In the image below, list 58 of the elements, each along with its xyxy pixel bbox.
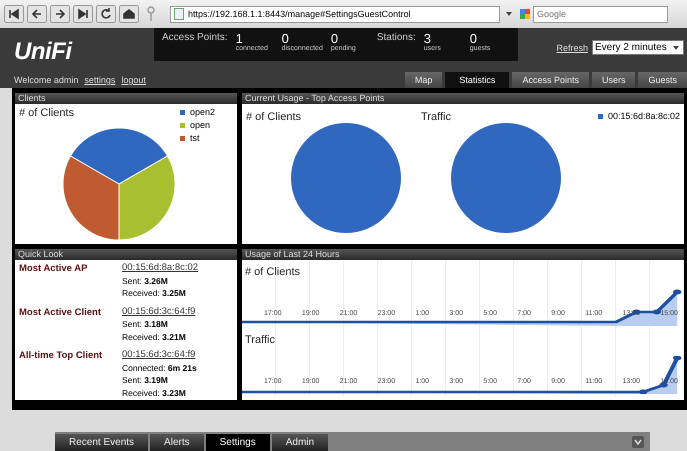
refresh-link[interactable]: Refresh [556,42,588,52]
address-field[interactable]: https://192.168.1.1:8443/manage#SettingsGuestControl [170,6,500,22]
mac-link[interactable]: 00:15:6d:8a:8c:02 [122,262,198,274]
stat-value: 3 [424,32,432,45]
nav-button-icon[interactable] [4,5,24,23]
legend-label: open2 [190,107,216,117]
bottom-tab[interactable]: Settings [206,434,270,451]
stat-value: 0 [330,32,338,45]
entry-label: All-time Top Client [19,349,104,363]
stats-label: Access Points: [162,32,228,43]
welcome-text: Welcome admin [14,75,78,85]
stat-value: 0 [470,32,478,45]
chart-title: # of Clients [19,107,74,121]
legend-label: open [190,120,210,130]
bottom-tab[interactable]: Alerts [150,434,204,451]
chart-title: # of Clients [246,111,302,123]
nav-button-icon[interactable] [50,5,70,23]
panel-title: Usage of Last 24 Hours [242,249,684,260]
entry-label: Most Active AP [19,262,88,276]
chart-title: Traffic [421,111,451,123]
panel-title: Quick Look [15,249,237,260]
chart-title: # of Clients [245,266,300,278]
collapse-icon[interactable] [632,436,644,448]
stat-line: Received: 3.23M [122,386,187,399]
panel-title: Clients [15,93,237,104]
stat-line: Sent: 3.19M [122,374,169,386]
nav-button-icon[interactable] [96,5,116,23]
stat-value: 0 [282,32,289,45]
tab[interactable]: Statistics [445,72,510,88]
entry-label: Most Active Client [19,306,102,320]
tab[interactable]: Guests [638,72,687,88]
nav-button-icon[interactable] [119,5,139,23]
tab[interactable]: Access Points [512,72,589,88]
nav-button-icon[interactable] [27,5,47,23]
stats-label: Stations: [376,32,416,43]
stat-line: Received: 3.25M [122,287,187,300]
stat-line: Received: 3.21M [122,330,187,343]
bottom-tab[interactable]: Recent Events [55,434,148,451]
logo: UniFi [13,37,74,66]
header-link[interactable]: settings [84,75,116,85]
panel-title: Current Usage - Top Access Points [242,93,684,104]
stat-value: 1 [236,32,243,45]
tab[interactable]: Users [592,72,636,88]
header-link[interactable]: logout [121,75,146,85]
bottom-tab[interactable]: Admin [272,434,328,451]
tab[interactable]: Map [404,72,442,88]
mac-link[interactable]: 00:15:6d:3c:64:f9 [122,349,197,362]
search-engine-icon [520,9,530,19]
stat-line: Connected: 6m 21s [122,362,197,374]
chart-title: Traffic [245,334,275,346]
legend-label: 00:15:6d:8a:8c:02 [608,111,680,121]
nav-button-icon[interactable] [73,5,93,23]
legend-label: tst [190,133,200,143]
mac-link[interactable]: 00:15:6d:3c:64:f9 [122,306,196,318]
refresh-select[interactable]: Every 2 minutes [592,40,684,55]
search-field[interactable]: Google [533,6,668,22]
stat-line: Sent: 3.18M [122,318,169,330]
stat-line: Sent: 3.26M [122,274,169,287]
